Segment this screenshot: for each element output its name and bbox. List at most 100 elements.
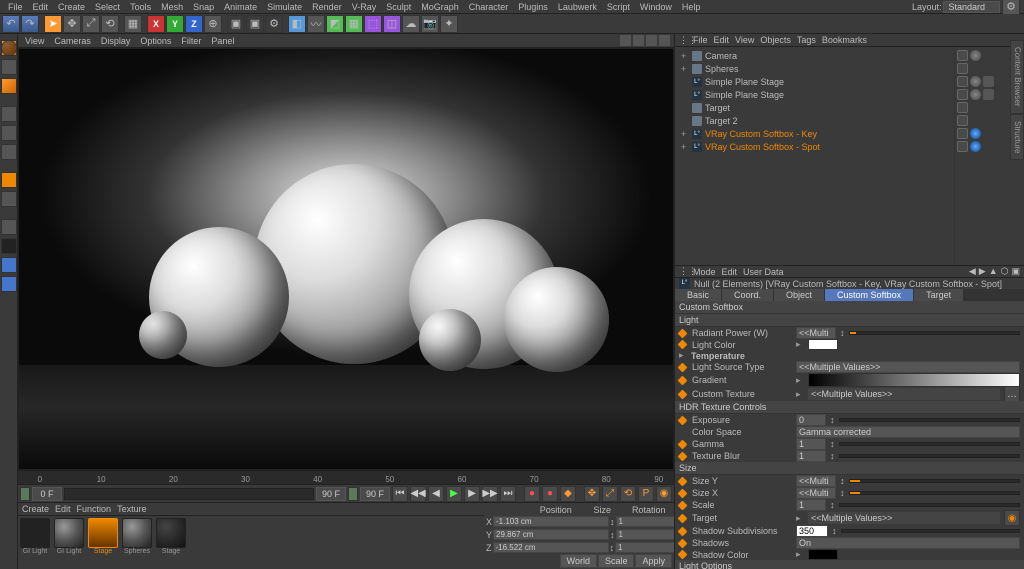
light-button[interactable]: ✦ [440, 15, 458, 33]
tab-target[interactable]: Target [914, 289, 964, 301]
tag-icon[interactable] [970, 76, 981, 87]
materials-texture-tab[interactable]: Texture [117, 504, 147, 514]
om-item[interactable]: L°Simple Plane Stage [677, 75, 952, 88]
coord-x-pos[interactable] [493, 516, 609, 527]
target-tag-icon[interactable] [970, 128, 981, 139]
target-field[interactable]: <<Multiple Values>> [808, 512, 1000, 524]
exposure-slider[interactable] [839, 418, 1021, 422]
axis-mode-button[interactable] [1, 172, 17, 188]
size-x-slider[interactable] [849, 491, 1021, 495]
view-menu[interactable]: View [22, 36, 47, 46]
goto-end-button[interactable]: ⏭ [500, 486, 516, 502]
tab-basic[interactable]: Basic [675, 289, 722, 301]
timeline-start-handle[interactable] [20, 487, 30, 501]
render-settings-button[interactable]: ⚙ [265, 15, 283, 33]
key-pos-button[interactable]: ✥ [584, 486, 600, 502]
rotate-button[interactable]: ⟲ [101, 15, 119, 33]
attr-userdata-tab[interactable]: User Data [743, 267, 784, 277]
om-file-tab[interactable]: File [693, 35, 708, 45]
point-mode-button[interactable] [1, 106, 17, 122]
menu-sculpt[interactable]: Sculpt [382, 2, 415, 12]
set-key-button[interactable]: ◆ [560, 486, 576, 502]
tab-coord[interactable]: Coord. [722, 289, 774, 301]
polygon-mode-button[interactable] [1, 144, 17, 160]
cameras-menu[interactable]: Cameras [51, 36, 94, 46]
light-source-type-dropdown[interactable]: <<Multiple Values>> [796, 361, 1020, 373]
key-param-button[interactable]: P [638, 486, 654, 502]
om-bookmarks-tab[interactable]: Bookmarks [822, 35, 867, 45]
visibility-tag-icon[interactable] [957, 128, 968, 139]
om-objects-tab[interactable]: Objects [760, 35, 791, 45]
attr-lock-icon[interactable]: ⬡ [1001, 266, 1009, 277]
key-icon[interactable] [678, 389, 688, 399]
key-rot-button[interactable]: ⟲ [620, 486, 636, 502]
visibility-tag-icon[interactable] [957, 102, 968, 113]
menu-edit[interactable]: Edit [29, 2, 53, 12]
texture-blur-input[interactable] [796, 450, 826, 462]
shadows-dropdown[interactable]: On [796, 537, 1020, 549]
shadow-color-swatch[interactable] [808, 549, 838, 560]
om-item[interactable]: +Spheres [677, 62, 952, 75]
materials-create-tab[interactable]: Create [22, 504, 49, 514]
render-pv-button[interactable]: ▣ [246, 15, 264, 33]
attr-fwd-icon[interactable]: ▶ [979, 266, 986, 277]
coord-apply-button[interactable]: Apply [635, 554, 672, 568]
edge-mode-button[interactable] [1, 125, 17, 141]
visibility-tag-icon[interactable] [957, 76, 968, 87]
size-y-slider[interactable] [849, 479, 1021, 483]
generator-button[interactable]: ◩ [326, 15, 344, 33]
material-swatch[interactable] [156, 518, 186, 548]
tag-icon[interactable] [983, 76, 994, 87]
expand-icon[interactable]: ▸ [796, 375, 804, 386]
undo-button[interactable]: ↶ [2, 15, 20, 33]
menu-plugins[interactable]: Plugins [514, 2, 552, 12]
texture-mode-button[interactable] [1, 59, 17, 75]
locked-workplane-button[interactable] [1, 257, 17, 273]
deformer-button[interactable]: ◫ [383, 15, 401, 33]
next-frame-button[interactable]: ▶ [464, 486, 480, 502]
display-menu[interactable]: Display [98, 36, 134, 46]
om-item[interactable]: Target [677, 101, 952, 114]
autokey-button[interactable]: ● [542, 486, 558, 502]
attr-mode-tab[interactable]: Mode [693, 267, 716, 277]
frame-current-input[interactable] [32, 487, 62, 501]
coord-z-pos[interactable] [493, 542, 609, 553]
visibility-tag-icon[interactable] [957, 50, 968, 61]
panel-menu[interactable]: Panel [208, 36, 237, 46]
visibility-tag-icon[interactable] [957, 89, 968, 100]
camera-button[interactable]: 📷 [421, 15, 439, 33]
materials-edit-tab[interactable]: Edit [55, 504, 71, 514]
radiant-power-input[interactable] [796, 327, 836, 339]
side-tab-structure[interactable]: Structure [1010, 114, 1024, 160]
frame-end2-input[interactable] [360, 487, 390, 501]
prev-frame-button[interactable]: ◀ [428, 486, 444, 502]
viewport-nav4-icon[interactable] [659, 35, 670, 46]
key-icon[interactable] [678, 538, 688, 548]
goto-start-button[interactable]: ⏮ [392, 486, 408, 502]
viewport-3d[interactable] [18, 48, 674, 470]
gradient-editor[interactable] [808, 373, 1020, 387]
material-swatch[interactable] [54, 518, 84, 548]
om-tags-tab[interactable]: Tags [797, 35, 816, 45]
coord-y-pos[interactable] [493, 529, 609, 540]
tag-icon[interactable] [970, 50, 981, 61]
radiant-power-slider[interactable] [849, 331, 1021, 335]
filter-menu[interactable]: Filter [178, 36, 204, 46]
menu-snap[interactable]: Snap [189, 2, 218, 12]
key-icon[interactable] [678, 488, 688, 498]
menu-animate[interactable]: Animate [220, 2, 261, 12]
materials-function-tab[interactable]: Function [77, 504, 112, 514]
key-icon[interactable] [678, 513, 688, 523]
expand-icon[interactable]: ▸ [796, 339, 804, 350]
menu-select[interactable]: Select [91, 2, 124, 12]
next-key-button[interactable]: ▶▶ [482, 486, 498, 502]
snap-enable-button[interactable] [1, 219, 17, 235]
key-icon[interactable] [678, 340, 688, 350]
om-item[interactable]: +L°VRay Custom Softbox - Spot [677, 140, 952, 153]
coord-system-button[interactable]: ⊕ [204, 15, 222, 33]
menu-simulate[interactable]: Simulate [263, 2, 306, 12]
key-icon[interactable] [678, 362, 688, 372]
scale-button[interactable]: ⤢ [82, 15, 100, 33]
workplane-button[interactable] [1, 78, 17, 94]
visibility-tag-icon[interactable] [957, 115, 968, 126]
